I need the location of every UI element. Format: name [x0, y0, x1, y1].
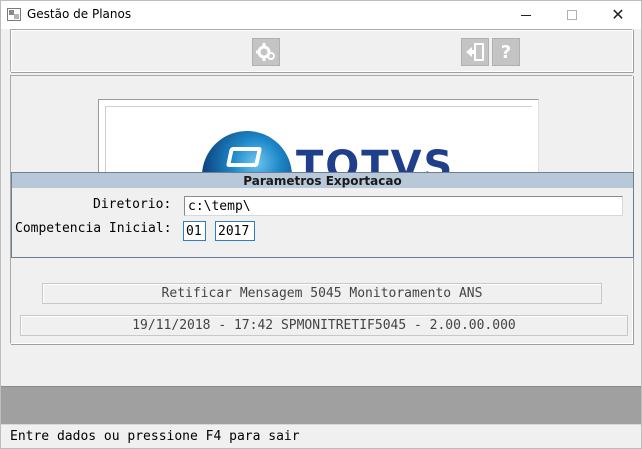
totvs-logo-word: TOTVS — [296, 143, 455, 175]
competencia-label: Competencia Inicial: — [15, 221, 172, 236]
diretorio-label: Diretorio: — [93, 197, 172, 212]
app-window: Gestão de Planos ✕ ? TOTVS Parametros Ex… — [0, 0, 642, 449]
close-button[interactable]: ✕ — [595, 1, 641, 29]
status-bar: Entre dados ou pressione F4 para sair — [1, 424, 641, 448]
maximize-button[interactable] — [549, 1, 595, 29]
exit-button[interactable] — [461, 38, 489, 66]
app-icon — [7, 8, 21, 21]
gray-strip — [1, 386, 641, 424]
title-bar: Gestão de Planos ✕ — [1, 1, 641, 29]
main-panel: TOTVS Parametros Exportacao Diretorio: C… — [10, 75, 634, 344]
toolbar: ? — [10, 29, 633, 72]
competencia-year-input[interactable] — [215, 221, 255, 241]
minimize-icon — [521, 14, 531, 16]
close-icon: ✕ — [611, 5, 625, 24]
logo-frame: TOTVS — [98, 99, 539, 175]
params-header: Parametros Exportacao — [11, 172, 634, 189]
exit-door-icon — [466, 43, 484, 61]
help-button[interactable]: ? — [492, 38, 520, 66]
window-title: Gestão de Planos — [27, 7, 132, 21]
gear-icon — [256, 43, 275, 61]
logo-canvas: TOTVS — [105, 106, 532, 175]
version-info: 19/11/2018 - 17:42 SPMONITRETIF5045 - 2.… — [20, 315, 628, 336]
question-icon: ? — [500, 41, 512, 63]
routine-title: Retificar Mensagem 5045 Monitoramento AN… — [42, 283, 602, 304]
minimize-button[interactable] — [503, 1, 549, 29]
maximize-icon — [567, 10, 577, 20]
totvs-mark-icon — [225, 147, 263, 167]
competencia-month-input[interactable] — [183, 221, 206, 241]
status-message: Entre dados ou pressione F4 para sair — [10, 429, 300, 444]
confirm-button[interactable] — [252, 38, 280, 66]
diretorio-input[interactable] — [184, 196, 623, 216]
